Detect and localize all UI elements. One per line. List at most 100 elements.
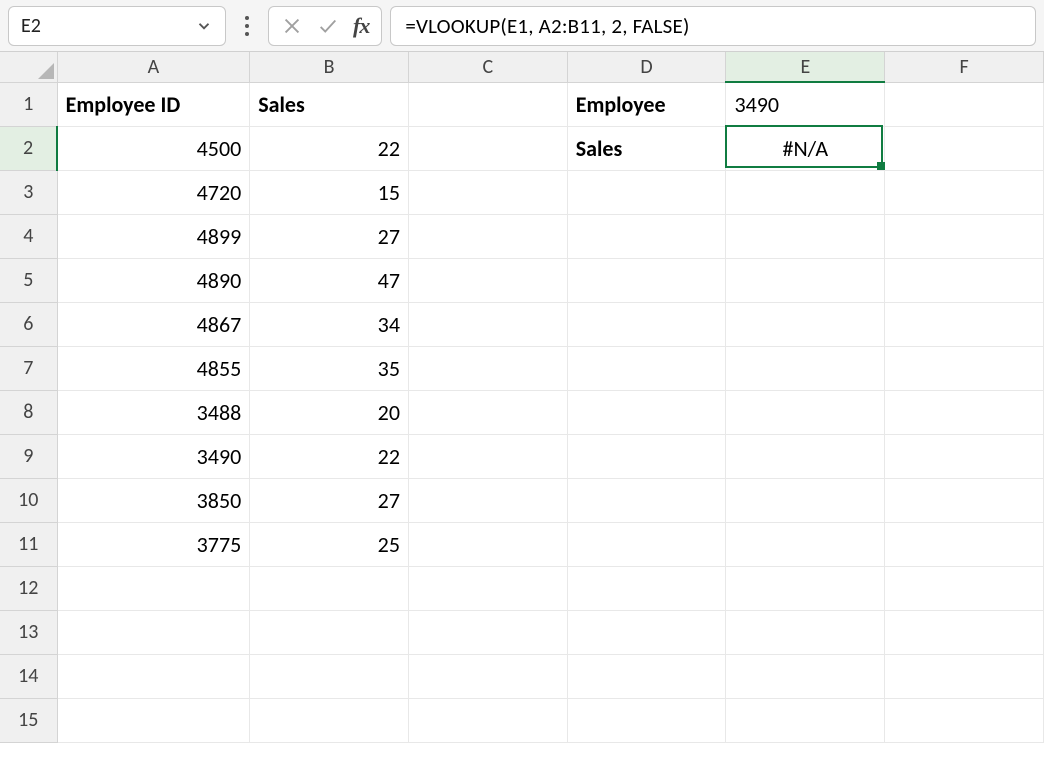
col-header-E[interactable]: E	[726, 52, 885, 82]
cell-C3[interactable]	[408, 170, 567, 214]
cell-E15[interactable]	[726, 698, 885, 742]
cell-D5[interactable]	[567, 258, 726, 302]
cell-B13[interactable]	[250, 610, 409, 654]
cell-E9[interactable]	[726, 434, 885, 478]
cell-C15[interactable]	[408, 698, 567, 742]
cell-A4[interactable]: 4899	[57, 214, 250, 258]
cell-E13[interactable]	[726, 610, 885, 654]
cell-A5[interactable]: 4890	[57, 258, 250, 302]
cell-D11[interactable]	[567, 522, 726, 566]
cell-E2[interactable]: #N/A	[726, 126, 885, 170]
cell-F4[interactable]	[885, 214, 1044, 258]
cell-C1[interactable]	[408, 82, 567, 126]
cell-B3[interactable]: 15	[250, 170, 409, 214]
cell-E14[interactable]	[726, 654, 885, 698]
cell-F8[interactable]	[885, 390, 1044, 434]
cell-A3[interactable]: 4720	[57, 170, 250, 214]
cell-F9[interactable]	[885, 434, 1044, 478]
cell-B10[interactable]: 27	[250, 478, 409, 522]
cell-E3[interactable]	[726, 170, 885, 214]
accept-icon[interactable]	[317, 15, 339, 37]
kebab-icon[interactable]	[234, 12, 260, 40]
cell-B4[interactable]: 27	[250, 214, 409, 258]
row-header-12[interactable]: 12	[0, 566, 57, 610]
cell-B14[interactable]	[250, 654, 409, 698]
cell-A11[interactable]: 3775	[57, 522, 250, 566]
cell-D12[interactable]	[567, 566, 726, 610]
row-header-8[interactable]: 8	[0, 390, 57, 434]
row-header-9[interactable]: 9	[0, 434, 57, 478]
cell-E12[interactable]	[726, 566, 885, 610]
cell-B12[interactable]	[250, 566, 409, 610]
cell-B6[interactable]: 34	[250, 302, 409, 346]
cell-A10[interactable]: 3850	[57, 478, 250, 522]
cell-C10[interactable]	[408, 478, 567, 522]
cancel-icon[interactable]	[281, 15, 303, 37]
cell-D4[interactable]	[567, 214, 726, 258]
cell-D8[interactable]	[567, 390, 726, 434]
cell-F7[interactable]	[885, 346, 1044, 390]
cell-A1[interactable]: Employee ID	[57, 82, 250, 126]
cell-C11[interactable]	[408, 522, 567, 566]
cell-F15[interactable]	[885, 698, 1044, 742]
select-all-corner[interactable]	[0, 52, 57, 82]
cell-E5[interactable]	[726, 258, 885, 302]
cell-C8[interactable]	[408, 390, 567, 434]
name-box[interactable]: E2	[8, 6, 226, 46]
cell-D3[interactable]	[567, 170, 726, 214]
col-header-B[interactable]: B	[250, 52, 409, 82]
cell-A7[interactable]: 4855	[57, 346, 250, 390]
cell-D10[interactable]	[567, 478, 726, 522]
cell-B5[interactable]: 47	[250, 258, 409, 302]
row-header-15[interactable]: 15	[0, 698, 57, 742]
col-header-A[interactable]: A	[57, 52, 250, 82]
cell-F3[interactable]	[885, 170, 1044, 214]
cell-C7[interactable]	[408, 346, 567, 390]
cell-C14[interactable]	[408, 654, 567, 698]
row-header-14[interactable]: 14	[0, 654, 57, 698]
cell-D9[interactable]	[567, 434, 726, 478]
row-header-10[interactable]: 10	[0, 478, 57, 522]
cell-D6[interactable]	[567, 302, 726, 346]
cell-C2[interactable]	[408, 126, 567, 170]
row-header-6[interactable]: 6	[0, 302, 57, 346]
cell-C6[interactable]	[408, 302, 567, 346]
cell-C5[interactable]	[408, 258, 567, 302]
spreadsheet-grid[interactable]: A B C D E F 1Employee IDSalesEmployee349…	[0, 52, 1044, 743]
cell-C4[interactable]	[408, 214, 567, 258]
cell-B15[interactable]	[250, 698, 409, 742]
cell-F1[interactable]	[885, 82, 1044, 126]
cell-A6[interactable]: 4867	[57, 302, 250, 346]
row-header-4[interactable]: 4	[0, 214, 57, 258]
row-header-13[interactable]: 13	[0, 610, 57, 654]
cell-F2[interactable]	[885, 126, 1044, 170]
cell-A8[interactable]: 3488	[57, 390, 250, 434]
cell-C12[interactable]	[408, 566, 567, 610]
cell-B11[interactable]: 25	[250, 522, 409, 566]
cell-D2[interactable]: Sales	[567, 126, 726, 170]
row-header-5[interactable]: 5	[0, 258, 57, 302]
col-header-C[interactable]: C	[408, 52, 567, 82]
cell-D15[interactable]	[567, 698, 726, 742]
cell-A2[interactable]: 4500	[57, 126, 250, 170]
cell-F12[interactable]	[885, 566, 1044, 610]
cell-E10[interactable]	[726, 478, 885, 522]
cell-A14[interactable]	[57, 654, 250, 698]
cell-B8[interactable]: 20	[250, 390, 409, 434]
col-header-D[interactable]: D	[567, 52, 726, 82]
cell-E8[interactable]	[726, 390, 885, 434]
cell-A9[interactable]: 3490	[57, 434, 250, 478]
cell-F11[interactable]	[885, 522, 1044, 566]
cell-B2[interactable]: 22	[250, 126, 409, 170]
cell-C13[interactable]	[408, 610, 567, 654]
cell-B9[interactable]: 22	[250, 434, 409, 478]
cell-D13[interactable]	[567, 610, 726, 654]
cell-A12[interactable]	[57, 566, 250, 610]
cell-D14[interactable]	[567, 654, 726, 698]
cell-E1[interactable]: 3490	[726, 82, 885, 126]
cell-F10[interactable]	[885, 478, 1044, 522]
chevron-down-icon[interactable]	[195, 17, 213, 35]
cell-E4[interactable]	[726, 214, 885, 258]
cell-E11[interactable]	[726, 522, 885, 566]
cell-D7[interactable]	[567, 346, 726, 390]
